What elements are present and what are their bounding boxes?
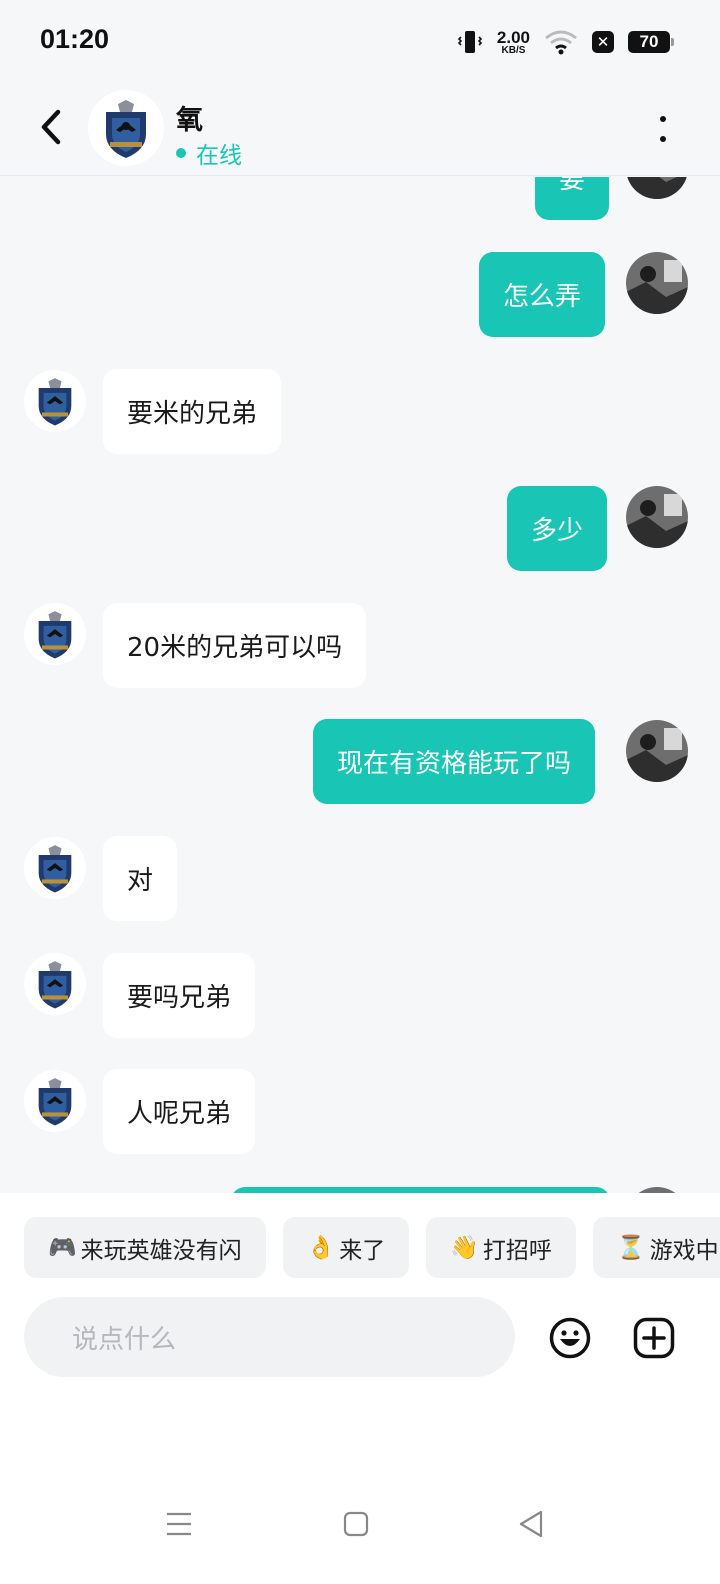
contact-name: 氧: [176, 105, 203, 136]
online-dot: [176, 148, 186, 158]
my-avatar[interactable]: [626, 252, 688, 314]
chat-header: 氧 在线: [0, 84, 720, 176]
outgoing-message-bubble[interactable]: 多少: [507, 486, 608, 571]
menu-icon[interactable]: [166, 1511, 192, 1537]
message-list[interactable]: 要 怎么弄 要米的兄弟 多少 20米的兄弟可以吗 现在有资格能玩了吗 对 要吗兄…: [0, 177, 720, 1193]
ok-hand-icon: 👌: [306, 1235, 336, 1261]
my-avatar[interactable]: [626, 486, 688, 548]
my-avatar[interactable]: [626, 720, 688, 782]
message-text: 要米的兄弟: [127, 399, 258, 429]
contact-message-avatar[interactable]: [24, 370, 86, 432]
gamepad-icon: 🎮: [48, 1235, 77, 1261]
incoming-message-bubble[interactable]: 对: [103, 836, 178, 921]
vibrate-icon: [457, 31, 483, 53]
message-text: 怎么弄: [503, 282, 582, 312]
more-dot: [660, 136, 666, 142]
quick-reply-chips: 🎮 来玩英雄没有闪 👌 来了 👋 打招呼 ⏳ 游戏中: [24, 1217, 720, 1278]
back-icon[interactable]: [518, 1509, 544, 1539]
photo-avatar-image: [626, 720, 688, 782]
battery-icon: 70: [628, 31, 674, 53]
crest-avatar-image: [88, 90, 164, 166]
message-text: 人呢兄弟: [127, 1099, 232, 1129]
quick-reply-label: 来玩英雄没有闪: [80, 1237, 242, 1264]
online-status: 在线: [176, 136, 242, 170]
crest-avatar-image: [24, 603, 86, 665]
contact-message-avatar[interactable]: [24, 837, 86, 899]
close-badge-icon: ✕: [592, 31, 614, 53]
home-icon[interactable]: [343, 1511, 369, 1537]
hourglass-icon: ⏳: [616, 1235, 646, 1261]
incoming-message-bubble[interactable]: 要米的兄弟: [103, 369, 282, 454]
status-bar: 01:20 2.00 KB/S ✕ 70: [0, 0, 720, 84]
crest-avatar-image: [24, 1070, 86, 1132]
message-text: 要: [559, 177, 586, 195]
quick-reply-chip[interactable]: 👋 打招呼: [426, 1217, 576, 1278]
message-input-placeholder: 说点什么: [72, 1324, 177, 1355]
network-speed-unit: KB/S: [501, 44, 526, 56]
my-avatar[interactable]: [626, 177, 688, 199]
message-input[interactable]: 说点什么: [24, 1297, 515, 1377]
photo-avatar-image: [626, 177, 688, 199]
quick-reply-label: 来了: [339, 1237, 386, 1264]
message-text: 20米的兄弟可以吗: [127, 633, 343, 663]
status-icons: 2.00 KB/S ✕ 70: [457, 26, 674, 58]
crest-avatar-image: [24, 953, 86, 1015]
quick-reply-chip[interactable]: ⏳ 游戏中: [592, 1217, 720, 1278]
add-icon[interactable]: [633, 1317, 675, 1359]
back-arrow-icon[interactable]: [34, 104, 68, 150]
waving-hand-icon: 👋: [450, 1235, 479, 1261]
message-text: 多少: [531, 516, 584, 546]
photo-avatar-image: [626, 486, 688, 548]
outgoing-message-bubble[interactable]: 现在有资格能玩了吗: [313, 719, 596, 804]
network-speed-value: 2.00: [496, 27, 530, 47]
quick-reply-chip[interactable]: 👌 来了: [282, 1217, 410, 1278]
contact-message-avatar[interactable]: [24, 1070, 86, 1132]
message-text: 对: [127, 866, 154, 896]
message-text: 要吗兄弟: [127, 983, 232, 1013]
quick-reply-label: 游戏中: [649, 1237, 719, 1264]
quick-reply-chip[interactable]: 🎮 来玩英雄没有闪: [24, 1217, 266, 1278]
emoji-icon[interactable]: [549, 1317, 591, 1359]
quick-reply-label: 打招呼: [482, 1237, 552, 1264]
incoming-message-bubble[interactable]: 要吗兄弟: [103, 953, 256, 1038]
crest-avatar-image: [24, 837, 86, 899]
more-vertical-icon[interactable]: [656, 114, 670, 144]
more-dot: [660, 116, 666, 122]
online-status-text: 在线: [196, 143, 242, 169]
incoming-message-bubble[interactable]: 20米的兄弟可以吗: [103, 603, 367, 688]
outgoing-message-bubble[interactable]: 要: [535, 177, 610, 220]
contact-message-avatar[interactable]: [24, 603, 86, 665]
contact-avatar[interactable]: [88, 90, 164, 166]
photo-avatar-image: [626, 252, 688, 314]
battery-level: 70: [639, 32, 659, 51]
status-time: 01:20: [40, 24, 110, 54]
network-speed: 2.00 KB/S: [497, 29, 530, 56]
contact-message-avatar[interactable]: [24, 953, 86, 1015]
crest-avatar-image: [24, 370, 86, 432]
message-text: 现在有资格能玩了吗: [337, 749, 572, 779]
outgoing-message-bubble[interactable]: 怎么弄: [479, 252, 606, 337]
incoming-message-bubble[interactable]: 人呢兄弟: [103, 1069, 256, 1154]
wifi-icon: [545, 30, 577, 55]
